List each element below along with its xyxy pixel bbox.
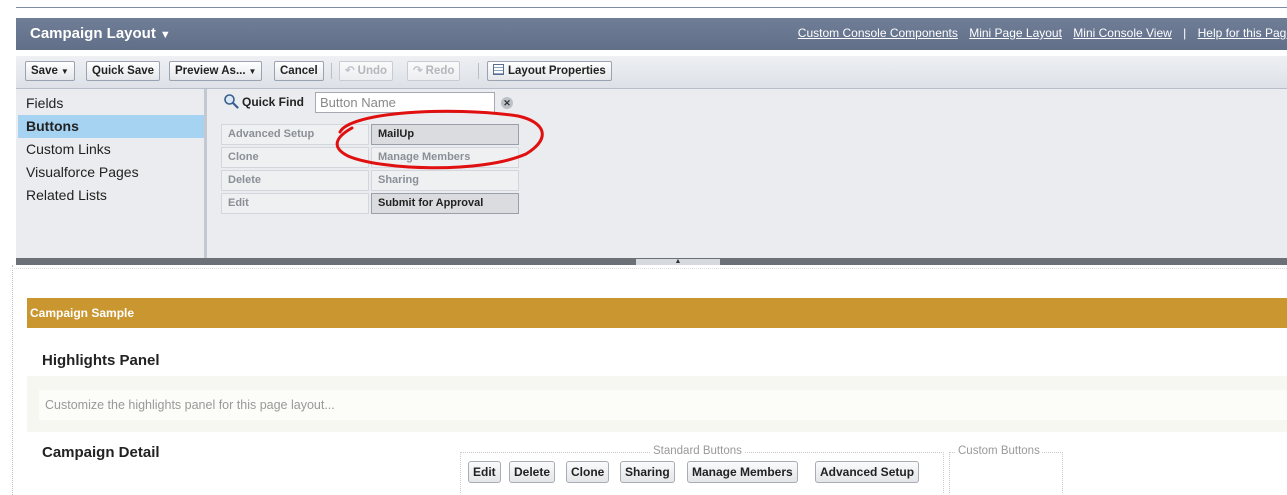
- category-related-lists[interactable]: Related Lists: [18, 184, 204, 207]
- palette-divider: [204, 89, 207, 259]
- preview-as-label: Preview As...: [175, 65, 246, 77]
- redo-button[interactable]: Redo: [407, 61, 461, 81]
- clear-icon[interactable]: ✕: [501, 97, 513, 109]
- toolbar-separator: [331, 63, 332, 79]
- cancel-button[interactable]: Cancel: [274, 61, 324, 81]
- quick-find-input[interactable]: [315, 92, 495, 113]
- palette-button-manage-members[interactable]: Manage Members: [371, 147, 519, 168]
- canvas-border: [12, 265, 13, 495]
- mini-page-layout-link[interactable]: Mini Page Layout: [969, 26, 1062, 40]
- toolbar-separator: [478, 63, 479, 79]
- palette-button-submit-for-approval[interactable]: Submit for Approval: [371, 193, 519, 214]
- layout-properties-button[interactable]: Layout Properties: [487, 61, 612, 81]
- layout-section-header[interactable]: Campaign Sample: [27, 298, 1287, 328]
- quick-find-label: Quick Find: [242, 95, 305, 109]
- palette-button-sharing[interactable]: Sharing: [371, 170, 519, 191]
- standard-buttons-label: Standard Buttons: [651, 445, 744, 457]
- custom-buttons-group[interactable]: Custom Buttons: [949, 445, 1063, 493]
- layout-button-delete[interactable]: Delete: [509, 461, 556, 483]
- layout-button-manage-members[interactable]: Manage Members: [687, 461, 798, 483]
- palette-button-clone[interactable]: Clone: [221, 147, 369, 168]
- canvas-border: [12, 268, 1287, 269]
- caret-down-icon[interactable]: ▼: [160, 29, 171, 41]
- page-layout-editor: Campaign Layout ▼ Custom Console Componen…: [0, 0, 1287, 495]
- quick-save-button[interactable]: Quick Save: [86, 61, 161, 81]
- preview-as-button[interactable]: Preview As... ▼: [169, 61, 263, 81]
- top-divider: [16, 7, 1287, 8]
- undo-button[interactable]: Undo: [339, 61, 394, 81]
- category-buttons[interactable]: Buttons: [18, 115, 204, 138]
- custom-console-components-link[interactable]: Custom Console Components: [798, 26, 958, 40]
- save-label: Save: [31, 65, 58, 77]
- layout-button-sharing[interactable]: Sharing: [620, 461, 675, 483]
- category-visualforce-pages[interactable]: Visualforce Pages: [18, 161, 204, 184]
- link-separator: |: [1183, 26, 1187, 40]
- save-button[interactable]: Save ▼: [25, 61, 75, 81]
- search-icon: [224, 94, 239, 109]
- palette-categories: Fields Buttons Custom Links Visualforce …: [18, 92, 204, 207]
- custom-buttons-label: Custom Buttons: [956, 445, 1042, 457]
- palette-button-mailup[interactable]: MailUp: [371, 124, 519, 145]
- properties-icon: [493, 64, 504, 75]
- collapse-handle[interactable]: ▲: [636, 258, 720, 265]
- layout-properties-label: Layout Properties: [508, 65, 606, 77]
- palette-button-delete[interactable]: Delete: [221, 170, 369, 191]
- palette-button-advanced-setup[interactable]: Advanced Setup: [221, 124, 369, 145]
- layout-button-clone[interactable]: Clone: [566, 461, 610, 483]
- help-link[interactable]: Help for this Page: [1198, 26, 1287, 40]
- category-custom-links[interactable]: Custom Links: [18, 138, 204, 161]
- category-fields[interactable]: Fields: [18, 92, 204, 115]
- dropdown-arrow-icon: ▼: [248, 67, 257, 76]
- header-links: Custom Console Components Mini Page Layo…: [790, 26, 1287, 40]
- toolbar: Save▼ Quick Save Preview As...▼ Cancel U…: [16, 56, 1287, 89]
- highlights-panel[interactable]: Customize the highlights panel for this …: [27, 376, 1287, 432]
- layout-button-edit[interactable]: Edit: [468, 461, 501, 483]
- highlights-panel-title: Highlights Panel: [42, 352, 160, 369]
- palette-button-edit[interactable]: Edit: [221, 193, 369, 214]
- palette: Fields Buttons Custom Links Visualforce …: [16, 89, 1287, 259]
- campaign-detail-title: Campaign Detail: [42, 444, 160, 461]
- title-bar: Campaign Layout ▼ Custom Console Componen…: [16, 18, 1287, 50]
- layout-title-menu[interactable]: Campaign Layout ▼: [30, 25, 171, 42]
- mini-console-view-link[interactable]: Mini Console View: [1073, 26, 1172, 40]
- dropdown-arrow-icon[interactable]: ▼: [61, 67, 69, 76]
- layout-title[interactable]: Campaign Layout: [30, 25, 156, 42]
- layout-button-advanced-setup[interactable]: Advanced Setup: [815, 461, 920, 483]
- highlights-panel-hint[interactable]: Customize the highlights panel for this …: [39, 390, 1287, 420]
